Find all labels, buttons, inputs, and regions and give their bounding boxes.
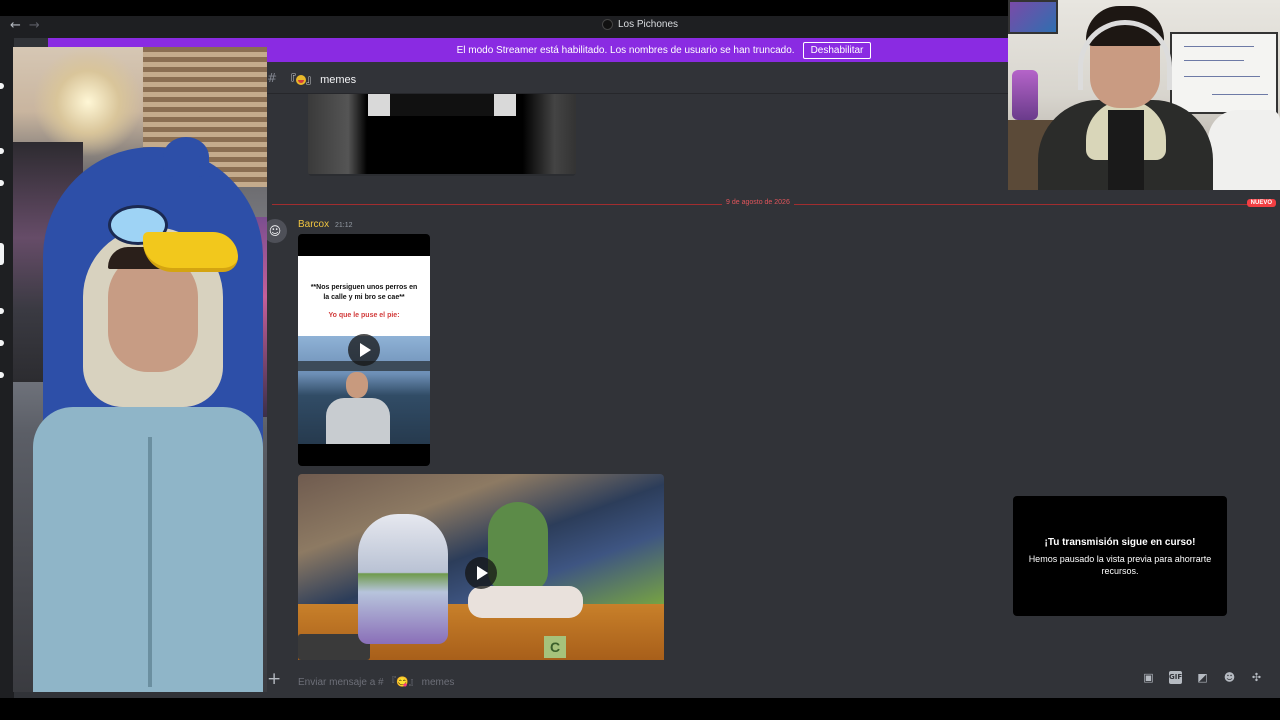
whiteboard [1170,32,1278,114]
hood-tuft [163,137,209,177]
banner-text: El modo Streamer está habilitado. Los no… [456,44,795,56]
message-input[interactable]: Enviar mensaje a # 『😋』 memes [298,673,454,688]
video-frame [368,94,516,116]
video-attachment-2[interactable]: C [298,474,664,660]
stream-card-body: Hemos pausado la vista previa para ahorr… [1028,554,1212,576]
emoji-icon[interactable]: ☻ [1223,671,1236,684]
chandelier [33,47,143,157]
unread-pip [0,372,4,378]
channel-name: 『』 memes [285,71,356,87]
play-icon[interactable] [348,334,380,366]
message-composer: + Enviar mensaje a # 『😋』 memes ▣ GIF ◩ ☻… [267,660,1280,698]
disable-streamer-button[interactable]: Deshabilitar [802,41,872,59]
shelf-figure [1012,70,1038,120]
pillow [1208,110,1280,190]
costume-beak [143,232,238,272]
new-messages-divider: 9 de agosto de 2026 NUEVO [272,199,1276,207]
board-scribble [1184,60,1244,61]
yum-emoji-icon [296,75,306,86]
unread-pip [0,148,4,154]
screen-bottom-edge [0,698,1280,720]
hash-icon: # [267,71,278,85]
unread-pip [0,180,4,186]
dinosaur-figure [488,502,548,592]
divider-date: 9 de agosto de 2026 [722,199,794,206]
previous-video-embed[interactable] [308,94,576,176]
sticker-icon[interactable]: ◩ [1196,671,1209,684]
stream-card-title: ¡Tu transmisión sigue en curso! [1044,537,1196,548]
costume-buttons [148,437,152,687]
new-badge: NUEVO [1246,199,1276,207]
person-head [346,372,368,398]
bracket-open: 『 [285,74,296,86]
video-subcaption: Yo que le puse el pie: [328,312,400,319]
person-figure [326,372,390,444]
unread-pip [0,83,4,89]
discord-window: ← → Los Pichones El modo Streamer está ha… [0,0,1280,720]
selected-pip [0,243,4,265]
letter-block: C [544,636,566,658]
server-rail [0,38,14,720]
channel-name-text: memes [320,74,357,86]
add-attachment-icon[interactable]: + [267,669,281,689]
play-icon[interactable] [465,557,497,589]
gift-icon[interactable]: ▣ [1142,671,1155,684]
composer-actions: ▣ GIF ◩ ☻ ✣ [1142,671,1263,684]
bracket-close: 』 [306,74,317,86]
unread-pip [0,340,4,346]
board-scribble [1184,46,1254,47]
message-timestamp: 21:12 [335,222,353,229]
video-attachment-1[interactable]: **Nos persiguen unos perros en la calle … [298,234,430,466]
wall-poster [1008,0,1058,34]
webcam-overlay-left [13,47,267,692]
message-author[interactable]: Barcox [298,219,329,230]
toy-figure [358,514,448,644]
board-scribble [1212,94,1268,95]
person-body [326,398,390,444]
board-scribble [1184,76,1260,77]
server-name: Los Pichones [617,19,679,31]
shirt [1108,110,1144,190]
gif-icon[interactable]: GIF [1169,671,1182,684]
server-icon [601,19,613,30]
unread-pip [0,308,4,314]
video-caption: **Nos persiguen unos perros en la calle … [310,284,418,301]
apps-icon[interactable]: ✣ [1250,671,1263,684]
stream-paused-card[interactable]: ¡Tu transmisión sigue en curso! Hemos pa… [1013,496,1227,616]
webcam-overlay-right [1008,0,1280,190]
game-console [468,586,583,618]
